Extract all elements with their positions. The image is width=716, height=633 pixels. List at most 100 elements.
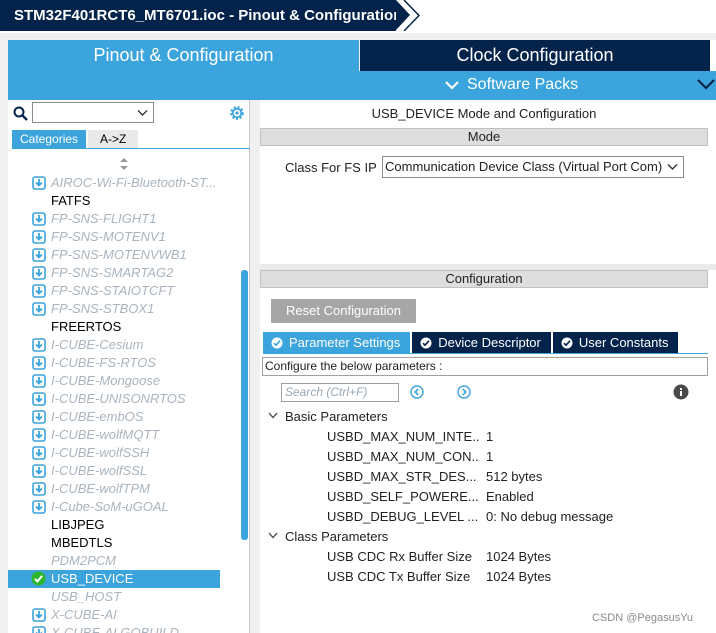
list-item[interactable]: I-CUBE-wolfTPM [8, 480, 240, 498]
check-circle-icon [31, 571, 46, 586]
download-icon [32, 212, 46, 226]
list-item[interactable]: I-CUBE-wolfSSL [8, 462, 240, 480]
list-item[interactable]: X-CUBE-AI [8, 606, 240, 624]
scrollbar[interactable] [241, 270, 248, 540]
list-item[interactable]: USB_DEVICE [8, 570, 220, 588]
tab-parameter-settings[interactable]: Parameter Settings [263, 332, 411, 353]
fs-ip-value: Communication Device Class (Virtual Port… [385, 159, 663, 174]
download-icon [32, 338, 46, 352]
parameter-value[interactable]: 1024 Bytes [486, 549, 551, 564]
list-item-label: FP-SNS-STBOX1 [51, 301, 155, 316]
list-item-label: FP-SNS-FLIGHT1 [51, 211, 157, 226]
list-item[interactable]: FATFS [8, 192, 240, 210]
download-icon [32, 284, 46, 298]
download-icon [32, 482, 46, 496]
gear-icon[interactable] [228, 104, 246, 122]
parameter-value[interactable]: 1 [486, 429, 493, 444]
parameter-group[interactable]: Basic Parameters [260, 406, 708, 426]
list-item[interactable]: X-CUBE-ALGOBUILD [8, 624, 240, 633]
tab-categories[interactable]: Categories [12, 130, 87, 148]
parameter-row[interactable]: USBD_MAX_NUM_CON... 1 [260, 446, 708, 466]
list-item-label: I-CUBE-Cesium [51, 337, 144, 352]
list-item[interactable]: FP-SNS-STBOX1 [8, 300, 240, 318]
parameter-name: USBD_MAX_NUM_CON... [327, 449, 480, 464]
parameter-value[interactable]: Enabled [486, 489, 534, 504]
parameter-row[interactable]: USBD_DEBUG_LEVEL ... 0: No debug message [260, 506, 708, 526]
tab-clock-configuration[interactable]: Clock Configuration [360, 40, 710, 71]
configure-description: Configure the below parameters : [262, 357, 708, 376]
list-item-label: I-CUBE-embOS [51, 409, 144, 424]
software-packs-menu[interactable]: Software Packs [445, 76, 578, 94]
search-previous-icon[interactable] [410, 385, 424, 399]
list-item[interactable]: PDM2PCM [8, 552, 240, 570]
parameter-row[interactable]: USBD_MAX_STR_DES... 512 bytes [260, 466, 708, 486]
list-item-label: USB_HOST [51, 589, 122, 604]
tab-device-descriptor[interactable]: Device Descriptor [412, 332, 551, 353]
parameter-value[interactable]: 0: No debug message [486, 509, 613, 524]
list-item[interactable]: FP-SNS-MOTENV1 [8, 228, 240, 246]
parameter-row[interactable]: USB CDC Rx Buffer Size 1024 Bytes [260, 546, 708, 566]
parameter-search-input[interactable]: Search (Ctrl+F) [281, 383, 399, 402]
category-tabs: Categories A->Z [12, 130, 139, 148]
download-icon [32, 230, 46, 244]
parameter-value[interactable]: 1024 Bytes [486, 569, 551, 584]
list-item[interactable]: I-CUBE-embOS [8, 408, 240, 426]
list-item-label: LIBJPEG [51, 517, 105, 532]
list-item[interactable]: MBEDTLS [8, 534, 240, 552]
mode-header: Mode [260, 128, 708, 146]
tab-user-constants[interactable]: User Constants [552, 332, 679, 353]
middleware-list: AIROC-Wi-Fi-Bluetooth-ST... FATFS FP-SNS-F… [8, 174, 240, 633]
list-item[interactable]: AIROC-Wi-Fi-Bluetooth-ST... [8, 174, 240, 192]
parameter-name: USBD_MAX_STR_DES... [327, 469, 477, 484]
download-icon [32, 302, 46, 316]
tab-pinout-configuration[interactable]: Pinout & Configuration [8, 40, 359, 71]
list-item[interactable]: USB_HOST [8, 588, 240, 606]
parameter-row[interactable]: USB CDC Tx Buffer Size 1024 Bytes [260, 566, 708, 586]
chevron-down-icon [268, 412, 278, 419]
fs-ip-select[interactable]: Communication Device Class (Virtual Port… [382, 156, 684, 178]
tab-a-z[interactable]: A->Z [88, 130, 139, 148]
left-panel: Categories A->Z AIROC-Wi-Fi-Bluetooth-ST… [8, 100, 250, 633]
list-item[interactable]: I-CUBE-wolfMQTT [8, 426, 240, 444]
sort-icon[interactable] [119, 158, 129, 170]
list-item-label: I-CUBE-UNISONRTOS [51, 391, 186, 406]
download-icon [32, 392, 46, 406]
search-combo[interactable] [32, 102, 154, 123]
list-item[interactable]: FP-SNS-SMARTAG2 [8, 264, 240, 282]
tab-user-constants-label: User Constants [578, 335, 669, 350]
breadcrumb-next-arrow-icon [403, 0, 421, 31]
tabs-underline [12, 148, 250, 149]
collapse-chevron-icon[interactable] [696, 77, 716, 91]
breadcrumb-body[interactable]: STM32F401RCT6_MT6701.ioc - Pinout & Conf… [0, 0, 402, 31]
chevron-down-icon [445, 81, 459, 90]
list-item[interactable]: I-CUBE-UNISONRTOS [8, 390, 240, 408]
list-item[interactable]: I-CUBE-wolfSSH [8, 444, 240, 462]
list-item[interactable]: FP-SNS-FLIGHT1 [8, 210, 240, 228]
app-window: STM32F401RCT6_MT6701.ioc - Pinout & Conf… [0, 0, 716, 633]
list-item[interactable]: I-CUBE-FS-RTOS [8, 354, 240, 372]
search-next-icon[interactable] [457, 385, 471, 399]
download-icon [32, 248, 46, 262]
download-icon [32, 356, 46, 370]
list-item[interactable]: LIBJPEG [8, 516, 240, 534]
info-icon[interactable] [673, 384, 689, 400]
list-item-label: FP-SNS-SMARTAG2 [51, 265, 174, 280]
reset-configuration-button[interactable]: Reset Configuration [271, 299, 416, 323]
list-item[interactable]: FP-SNS-MOTENVWB1 [8, 246, 240, 264]
parameter-value[interactable]: 1 [486, 449, 493, 464]
list-item-label: PDM2PCM [51, 553, 117, 568]
parameter-value[interactable]: 512 bytes [486, 469, 542, 484]
parameter-row[interactable]: USBD_MAX_NUM_INTE... 1 [260, 426, 708, 446]
parameter-group[interactable]: Class Parameters [260, 526, 708, 546]
list-item[interactable]: I-Cube-SoM-uGOAL [8, 498, 240, 516]
list-item-label: X-CUBE-ALGOBUILD [51, 625, 179, 633]
software-packs-label: Software Packs [467, 76, 579, 93]
list-item[interactable]: FP-SNS-STAIOTCFT [8, 282, 240, 300]
download-icon [32, 500, 46, 514]
parameter-name: USBD_SELF_POWERE... [327, 489, 479, 504]
list-item[interactable]: FREERTOS [8, 318, 240, 336]
list-item[interactable]: I-CUBE-Mongoose [8, 372, 240, 390]
list-item[interactable]: I-CUBE-Cesium [8, 336, 240, 354]
parameter-row[interactable]: USBD_SELF_POWERE... Enabled [260, 486, 708, 506]
panel-title: USB_DEVICE Mode and Configuration [371, 106, 597, 121]
